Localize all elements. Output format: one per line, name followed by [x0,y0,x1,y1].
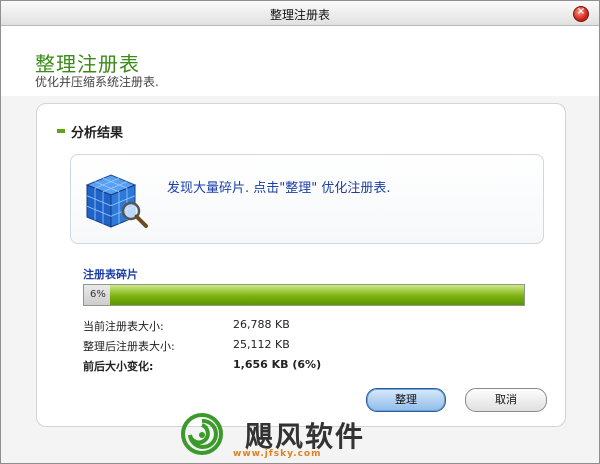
page-subtitle: 优化并压缩系统注册表. [35,75,159,89]
info-box: 发现大量碎片. 点击"整理" 优化注册表. [70,154,544,244]
window-title: 整理注册表 [269,8,330,22]
watermark-url: www.jfsky.com [233,449,322,459]
close-button[interactable]: × [573,6,589,22]
watermark: 飓风软件 www.jfsky.com [181,411,421,463]
progress-percent: 6% [90,289,106,300]
progress-label: 注册表碎片 [83,268,138,281]
info-message: 发现大量碎片. 点击"整理" 优化注册表. [167,181,391,196]
close-icon: × [576,6,586,17]
title-bar[interactable]: 整理注册表 × [1,1,599,26]
progress-bar: 6% [83,284,525,306]
section-bullet-icon [57,129,65,133]
section-title: 分析结果 [71,126,124,141]
stat-label: 整理后注册表大小: [83,340,175,353]
watermark-logo-icon [181,413,223,455]
stat-label: 当前注册表大小: [83,320,164,333]
cancel-button[interactable]: 取消 [465,388,547,412]
dialog-window: 整理注册表 × 整理注册表 优化并压缩系统注册表. 分析结果 发现大量碎片. 点… [0,0,600,464]
registry-cube-icon [85,174,148,228]
stat-label: 前后大小变化: [83,360,154,373]
defrag-button[interactable]: 整理 [366,388,446,412]
stat-value: 25,112 KB [233,338,290,351]
stat-value: 26,788 KB [233,318,290,331]
results-panel: 分析结果 发现大量碎片. 点击"整理" 优化注册表. 注册表碎片 6% 当前注册… [36,103,566,427]
stat-value: 1,656 KB (6%) [233,358,322,371]
header: 整理注册表 优化并压缩系统注册表. [1,26,599,96]
